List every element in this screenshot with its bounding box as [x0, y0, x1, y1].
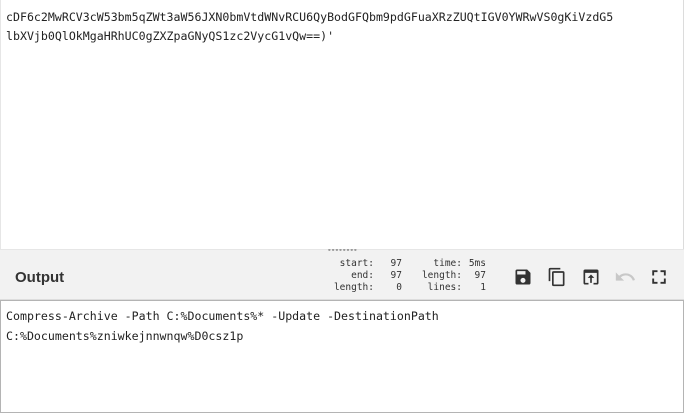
output-stats: start: 97 time: 5ms end: 97 length: 97 l… — [330, 258, 486, 294]
input-line-1: cDF6c2MwRCV3cW53bm5qZWt3aW56JXN0bmVtdWNv… — [6, 10, 614, 24]
input-text[interactable]: cDF6c2MwRCV3cW53bm5qZWt3aW56JXN0bmVtdWNv… — [6, 8, 682, 46]
stat-sel-length-label: length: — [333, 282, 374, 293]
output-text[interactable]: Compress-Archive -Path C:%Documents%* -U… — [6, 306, 439, 346]
replace-input-icon — [583, 269, 599, 285]
stat-start-label: start: — [339, 258, 374, 269]
output-toolbar — [510, 264, 680, 290]
replace-input-button[interactable] — [578, 264, 604, 290]
copy-button[interactable] — [544, 264, 570, 290]
input-line-2: lbXVjb0QlOkMgaHRhUC0gZXZpaGNyQS1zc2VycG1… — [6, 29, 335, 43]
output-line-1: Compress-Archive -Path C:%Documents%* -U… — [6, 309, 439, 323]
undo-button[interactable] — [612, 264, 638, 290]
stat-sel-length-value: 0 — [396, 282, 402, 293]
fullscreen-icon — [652, 270, 666, 284]
stat-lines-label: lines: — [427, 282, 462, 293]
stat-start-value: 97 — [390, 258, 402, 269]
stat-lines-value: 1 — [480, 282, 486, 293]
output-header: Output start: 97 time: 5ms end: 97 lengt — [0, 253, 684, 300]
fullscreen-button[interactable] — [646, 264, 672, 290]
save-icon — [515, 269, 531, 285]
output-title: Output — [15, 269, 65, 286]
undo-icon — [615, 272, 635, 281]
input-pane[interactable]: cDF6c2MwRCV3cW53bm5qZWt3aW56JXN0bmVtdWNv… — [0, 0, 684, 249]
chef-app: cDF6c2MwRCV3cW53bm5qZWt3aW56JXN0bmVtdWNv… — [0, 0, 684, 413]
divider-grip-icon[interactable]: •••••••••• — [327, 249, 357, 252]
stat-length-label: length: — [421, 270, 462, 281]
stat-length-value: 97 — [474, 270, 486, 281]
copy-icon — [548, 267, 565, 287]
save-button[interactable] — [510, 264, 536, 290]
stat-time-label: time: — [433, 258, 462, 269]
output-pane[interactable]: Compress-Archive -Path C:%Documents%* -U… — [0, 300, 684, 413]
stat-end-value: 97 — [390, 270, 402, 281]
stat-end-label: end: — [351, 270, 374, 281]
stat-time-value: 5ms — [468, 258, 486, 269]
input-left-border — [0, 0, 1, 249]
output-line-2: C:%Documents%zniwkejnnwnqw%D0csz1p — [6, 329, 244, 343]
